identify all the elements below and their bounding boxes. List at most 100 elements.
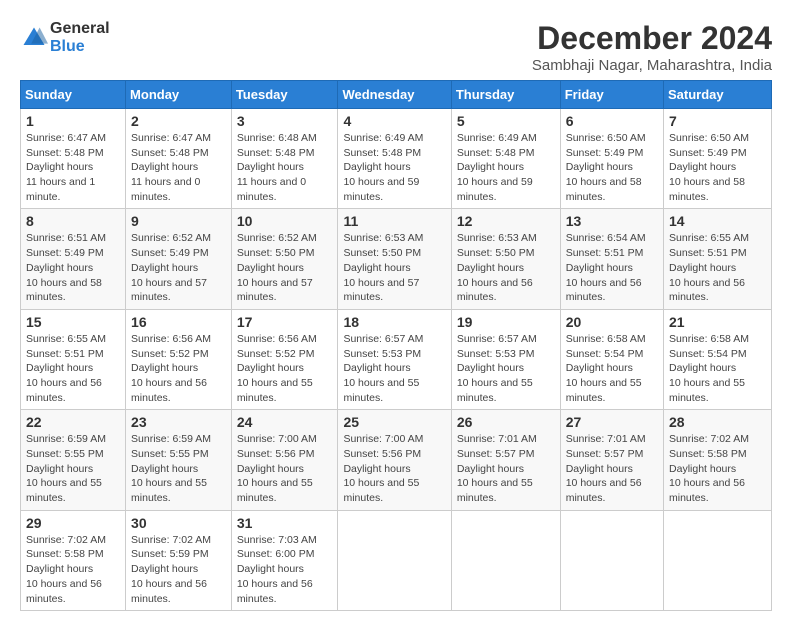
day-number: 5	[457, 113, 555, 129]
week-row-5: 29 Sunrise: 7:02 AMSunset: 5:58 PMDayligh…	[21, 510, 772, 610]
day-info: Sunrise: 7:03 AMSunset: 6:00 PMDaylight …	[237, 533, 333, 606]
day-number: 19	[457, 314, 555, 330]
day-number: 14	[669, 213, 766, 229]
day-info: Sunrise: 7:00 AMSunset: 5:56 PMDaylight …	[343, 432, 445, 505]
day-number: 25	[343, 414, 445, 430]
header-tuesday: Tuesday	[231, 81, 338, 109]
day-number: 11	[343, 213, 445, 229]
day-info: Sunrise: 6:50 AMSunset: 5:49 PMDaylight …	[669, 131, 766, 204]
day-number: 22	[26, 414, 120, 430]
day-info: Sunrise: 7:02 AMSunset: 5:58 PMDaylight …	[26, 533, 120, 606]
day-cell-8: 8 Sunrise: 6:51 AMSunset: 5:49 PMDaylight…	[21, 209, 126, 309]
day-info: Sunrise: 6:57 AMSunset: 5:53 PMDaylight …	[343, 332, 445, 405]
day-number: 1	[26, 113, 120, 129]
day-info: Sunrise: 6:49 AMSunset: 5:48 PMDaylight …	[457, 131, 555, 204]
day-number: 8	[26, 213, 120, 229]
day-number: 29	[26, 515, 120, 531]
day-info: Sunrise: 6:57 AMSunset: 5:53 PMDaylight …	[457, 332, 555, 405]
day-number: 13	[566, 213, 658, 229]
day-number: 18	[343, 314, 445, 330]
day-cell-21: 21Sunrise: 6:58 AMSunset: 5:54 PMDayligh…	[664, 309, 772, 409]
day-cell-25: 25 Sunrise: 7:00 AMSunset: 5:56 PMDayligh…	[338, 410, 451, 510]
header-saturday: Saturday	[664, 81, 772, 109]
day-info: Sunrise: 6:58 AMSunset: 5:54 PMDaylight …	[669, 332, 766, 405]
day-number: 28	[669, 414, 766, 430]
day-cell-27: 27 Sunrise: 7:01 AMSunset: 5:57 PMDayligh…	[560, 410, 663, 510]
day-number: 20	[566, 314, 658, 330]
day-info: Sunrise: 7:01 AMSunset: 5:57 PMDaylight …	[457, 432, 555, 505]
day-cell-5: 5 Sunrise: 6:49 AMSunset: 5:48 PMDaylight…	[451, 109, 560, 209]
day-cell-30: 30 Sunrise: 7:02 AMSunset: 5:59 PMDayligh…	[126, 510, 232, 610]
day-number: 30	[131, 515, 226, 531]
day-info: Sunrise: 6:59 AMSunset: 5:55 PMDaylight …	[26, 432, 120, 505]
week-row-1: 1 Sunrise: 6:47 AMSunset: 5:48 PMDaylight…	[21, 109, 772, 209]
day-info: Sunrise: 6:53 AMSunset: 5:50 PMDaylight …	[343, 231, 445, 304]
day-info: Sunrise: 6:56 AMSunset: 5:52 PMDaylight …	[237, 332, 333, 405]
day-number: 6	[566, 113, 658, 129]
header-wednesday: Wednesday	[338, 81, 451, 109]
day-info: Sunrise: 7:02 AMSunset: 5:59 PMDaylight …	[131, 533, 226, 606]
day-cell-4: 4 Sunrise: 6:49 AMSunset: 5:48 PMDaylight…	[338, 109, 451, 209]
day-cell-6: 6Sunrise: 6:50 AMSunset: 5:49 PMDaylight…	[560, 109, 663, 209]
logo-area: General Blue	[20, 20, 110, 56]
day-cell-1: 1 Sunrise: 6:47 AMSunset: 5:48 PMDaylight…	[21, 109, 126, 209]
week-row-2: 8 Sunrise: 6:51 AMSunset: 5:49 PMDaylight…	[21, 209, 772, 309]
day-info: Sunrise: 6:49 AMSunset: 5:48 PMDaylight …	[343, 131, 445, 204]
day-info: Sunrise: 6:48 AMSunset: 5:48 PMDaylight …	[237, 131, 333, 204]
day-info: Sunrise: 6:56 AMSunset: 5:52 PMDaylight …	[131, 332, 226, 405]
day-number: 7	[669, 113, 766, 129]
day-cell-11: 11 Sunrise: 6:53 AMSunset: 5:50 PMDayligh…	[338, 209, 451, 309]
day-cell-empty	[560, 510, 663, 610]
header-friday: Friday	[560, 81, 663, 109]
day-cell-15: 15Sunrise: 6:55 AMSunset: 5:51 PMDayligh…	[21, 309, 126, 409]
day-number: 3	[237, 113, 333, 129]
day-info: Sunrise: 6:59 AMSunset: 5:55 PMDaylight …	[131, 432, 226, 505]
day-cell-2: 2Sunrise: 6:47 AMSunset: 5:48 PMDaylight…	[126, 109, 232, 209]
day-info: Sunrise: 6:52 AMSunset: 5:50 PMDaylight …	[237, 231, 333, 304]
week-row-4: 22 Sunrise: 6:59 AMSunset: 5:55 PMDayligh…	[21, 410, 772, 510]
logo-text: General Blue	[50, 20, 110, 56]
day-number: 24	[237, 414, 333, 430]
day-number: 17	[237, 314, 333, 330]
day-info: Sunrise: 6:55 AMSunset: 5:51 PMDaylight …	[26, 332, 120, 405]
day-cell-13: 13Sunrise: 6:54 AMSunset: 5:51 PMDayligh…	[560, 209, 663, 309]
day-cell-empty	[338, 510, 451, 610]
day-cell-24: 24Sunrise: 7:00 AMSunset: 5:56 PMDayligh…	[231, 410, 338, 510]
day-number: 23	[131, 414, 226, 430]
header-monday: Monday	[126, 81, 232, 109]
day-info: Sunrise: 6:47 AMSunset: 5:48 PMDaylight …	[131, 131, 226, 204]
day-cell-14: 14 Sunrise: 6:55 AMSunset: 5:51 PMDayligh…	[664, 209, 772, 309]
day-cell-20: 20 Sunrise: 6:58 AMSunset: 5:54 PMDayligh…	[560, 309, 663, 409]
day-number: 31	[237, 515, 333, 531]
day-cell-31: 31 Sunrise: 7:03 AMSunset: 6:00 PMDayligh…	[231, 510, 338, 610]
day-info: Sunrise: 7:01 AMSunset: 5:57 PMDaylight …	[566, 432, 658, 505]
day-cell-29: 29 Sunrise: 7:02 AMSunset: 5:58 PMDayligh…	[21, 510, 126, 610]
day-cell-17: 17 Sunrise: 6:56 AMSunset: 5:52 PMDayligh…	[231, 309, 338, 409]
day-number: 27	[566, 414, 658, 430]
day-info: Sunrise: 6:47 AMSunset: 5:48 PMDaylight …	[26, 131, 120, 204]
logo-general: General	[50, 20, 110, 38]
day-cell-28: 28Sunrise: 7:02 AMSunset: 5:58 PMDayligh…	[664, 410, 772, 510]
day-number: 26	[457, 414, 555, 430]
day-info: Sunrise: 6:51 AMSunset: 5:49 PMDaylight …	[26, 231, 120, 304]
week-row-3: 15Sunrise: 6:55 AMSunset: 5:51 PMDayligh…	[21, 309, 772, 409]
title-area: December 2024 Sambhaji Nagar, Maharashtr…	[532, 20, 772, 74]
day-cell-16: 16 Sunrise: 6:56 AMSunset: 5:52 PMDayligh…	[126, 309, 232, 409]
day-info: Sunrise: 6:52 AMSunset: 5:49 PMDaylight …	[131, 231, 226, 304]
day-number: 4	[343, 113, 445, 129]
day-cell-3: 3 Sunrise: 6:48 AMSunset: 5:48 PMDaylight…	[231, 109, 338, 209]
location-title: Sambhaji Nagar, Maharashtra, India	[532, 57, 772, 74]
day-cell-19: 19 Sunrise: 6:57 AMSunset: 5:53 PMDayligh…	[451, 309, 560, 409]
day-number: 16	[131, 314, 226, 330]
day-info: Sunrise: 6:55 AMSunset: 5:51 PMDaylight …	[669, 231, 766, 304]
day-cell-12: 12Sunrise: 6:53 AMSunset: 5:50 PMDayligh…	[451, 209, 560, 309]
calendar-header-row: SundayMondayTuesdayWednesdayThursdayFrid…	[21, 81, 772, 109]
month-title: December 2024	[532, 20, 772, 57]
day-number: 10	[237, 213, 333, 229]
day-number: 9	[131, 213, 226, 229]
day-info: Sunrise: 6:53 AMSunset: 5:50 PMDaylight …	[457, 231, 555, 304]
day-cell-9: 9 Sunrise: 6:52 AMSunset: 5:49 PMDaylight…	[126, 209, 232, 309]
day-info: Sunrise: 6:58 AMSunset: 5:54 PMDaylight …	[566, 332, 658, 405]
calendar-container: General Blue December 2024 Sambhaji Naga…	[20, 20, 772, 611]
day-cell-22: 22 Sunrise: 6:59 AMSunset: 5:55 PMDayligh…	[21, 410, 126, 510]
